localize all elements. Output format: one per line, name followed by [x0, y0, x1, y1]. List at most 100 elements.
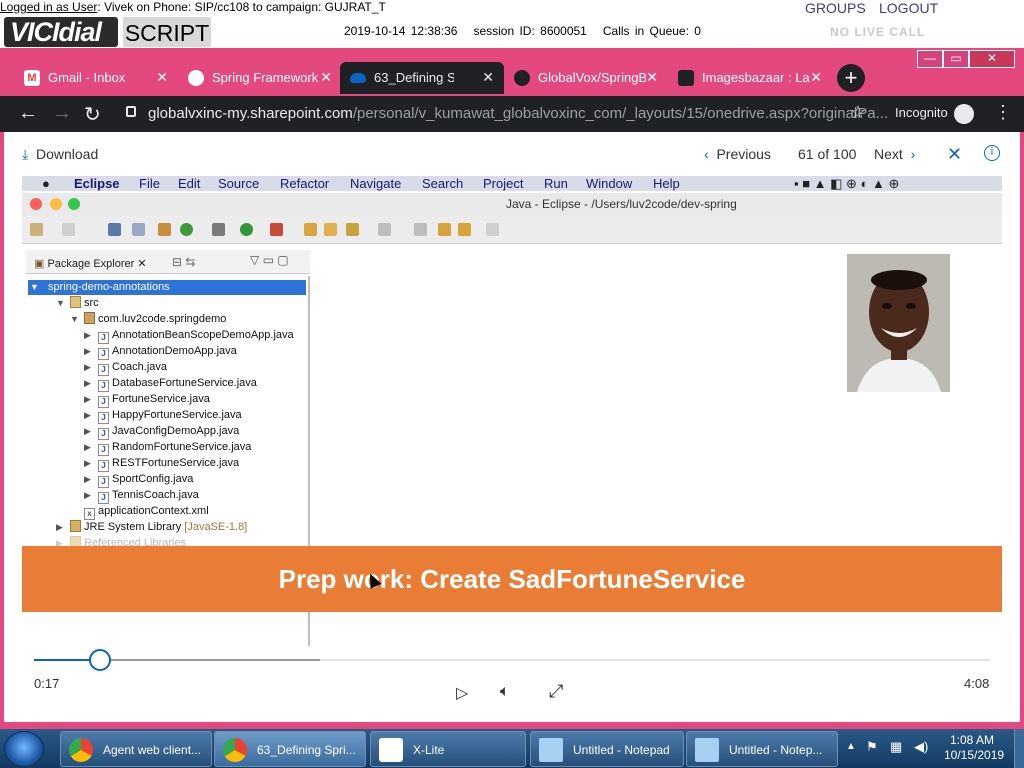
url-field[interactable]: globalvxinc-my.sharepoint.com/personal/v… [148, 105, 888, 122]
close-tab-icon[interactable]: ✕ [156, 69, 168, 86]
collapse-all-icon: ⊟ ⇆ [172, 255, 196, 269]
tree-file: ▶ J RandomFortuneService.java [84, 441, 252, 456]
info-icon[interactable]: i [984, 145, 1000, 161]
chrome-icon [223, 738, 247, 762]
close-tab-icon[interactable]: ✕ [810, 69, 822, 86]
taskbar-item[interactable]: X-Lite [370, 731, 526, 767]
download-button[interactable]: ⤓ Download [22, 146, 98, 163]
taskbar-item[interactable]: Agent web client... [60, 731, 212, 767]
save-icon [62, 223, 75, 236]
menu-search: Search [422, 176, 464, 191]
session-id: session ID: 8600051 [473, 24, 587, 38]
tab-gmail[interactable]: M Gmail - Inbox ✕ [14, 62, 178, 94]
previous-label: Previous [716, 146, 771, 162]
minimize-dot-icon [50, 198, 62, 210]
tree-file-label: TennisCoach.java [112, 489, 199, 501]
close-tab-icon[interactable]: ✕ [320, 69, 332, 86]
java-file-icon: J [98, 380, 109, 392]
mac-menu-bar: ● Eclipse File Edit Source Refactor Navi… [22, 176, 1002, 191]
menu-project: Project [483, 176, 524, 191]
tree-file: ▶ J AnnotationBeanScopeDemoApp.java [84, 329, 294, 344]
menu-window: Window [586, 176, 633, 191]
volume-button[interactable]: 🔈︎ [500, 683, 510, 701]
tree-file: ▶ J DatabaseFortuneService.java [84, 377, 257, 392]
presenter-image [847, 254, 950, 392]
show-desktop-button[interactable] [1014, 729, 1024, 768]
flag-icon[interactable]: ⚑ [866, 739, 878, 755]
presenter-webcam [847, 254, 950, 392]
clock-date: 10/15/2019 [944, 748, 1005, 762]
github-icon [514, 70, 530, 86]
tree-file: ▶ J AnnotationDemoApp.java [84, 345, 237, 360]
notepad-icon [539, 738, 563, 762]
eclipse-window-title: Java - Eclipse - /Users/luv2code/dev-spr… [506, 197, 737, 211]
login-link[interactable]: Logged in as User [0, 0, 97, 14]
play-button[interactable]: ▷ [456, 683, 468, 703]
tray-expand-icon[interactable]: ▲ [846, 741, 856, 752]
taskbar-item[interactable]: Untitled - Notep... [686, 731, 838, 767]
close-tab-icon[interactable]: ✕ [482, 69, 494, 86]
back-icon[interactable]: ← [18, 102, 38, 125]
close-tab-icon[interactable]: ✕ [646, 69, 658, 86]
logout-link[interactable]: LOGOUT [879, 0, 938, 16]
taskbar-item-label: Untitled - Notepad [573, 743, 670, 757]
menu-source: Source [218, 176, 260, 191]
taskbar-item[interactable]: Untitled - Notepad [530, 731, 684, 767]
tree-file-label: RESTFortuneService.java [112, 457, 240, 469]
clock[interactable]: 1:08 AM 10/15/2019 [944, 733, 1005, 763]
forward-icon[interactable]: → [52, 102, 72, 125]
tab-imagesbazaar[interactable]: Imagesbazaar : La ✕ [668, 62, 832, 94]
close-dot-icon [30, 198, 42, 210]
tree-package: ▼ com.luv2code.springdemo [70, 312, 227, 325]
groups-link[interactable]: GROUPS [805, 0, 866, 16]
reload-icon[interactable]: ↻ [84, 102, 101, 127]
download-icon: ⤓ [22, 146, 29, 162]
seek-knob[interactable] [89, 649, 111, 671]
java-file-icon: J [98, 444, 109, 456]
java-file-icon: J [98, 476, 109, 488]
tab-label: Imagesbazaar : La [702, 70, 810, 85]
new-tab-button[interactable]: + [837, 64, 865, 92]
fullscreen-button[interactable]: ⤢ [549, 681, 563, 702]
java-file-icon: J [98, 460, 109, 472]
open-folder-icon [324, 223, 337, 236]
buffered-bar [100, 659, 320, 661]
view-menu-icon: ▽ ▭ ▢ [250, 253, 289, 267]
new-icon [30, 223, 43, 236]
next-button[interactable]: Next › [874, 146, 915, 162]
menu-icon[interactable]: ⋮ [994, 102, 1012, 123]
video-frame[interactable]: ● Eclipse File Edit Source Refactor Navi… [22, 176, 1002, 646]
package-explorer-header: ▣ Package Explorer ✕ ⊟ ⇆ ▽ ▭ ▢ [26, 250, 310, 274]
previous-button[interactable]: ‹ Previous [704, 146, 771, 162]
url-host: globalvxinc-my.sharepoint.com [148, 105, 353, 122]
close-viewer-icon[interactable]: ✕ [947, 144, 962, 165]
player-controls [22, 646, 1002, 722]
incognito-icon[interactable] [954, 104, 974, 124]
no-live-call-status: NO LIVE CALL [830, 25, 926, 39]
vicidial-header: Logged in as User: Vivek on Phone: SIP/c… [0, 0, 1024, 48]
taskbar-item[interactable]: 63_Defining Spri... [214, 731, 366, 767]
bookmark-star-icon[interactable]: ☆ [850, 102, 866, 123]
java-file-icon: J [98, 412, 109, 424]
menu-help: Help [653, 176, 680, 191]
script-tab[interactable]: SCRIPT [123, 17, 211, 47]
tree-file: ▶ J HappyFortuneService.java [84, 409, 242, 424]
tree-file-label: DatabaseFortuneService.java [112, 377, 257, 389]
open-type-icon [304, 223, 317, 236]
network-icon[interactable]: ▦ [890, 739, 902, 755]
tab-github[interactable]: GlobalVox/SpringB ✕ [504, 62, 668, 94]
taskbar-item-label: Agent web client... [103, 743, 202, 757]
tab-onedrive[interactable]: 63_Defining Sp ✕ [340, 62, 504, 94]
taskbar-item-label: 63_Defining Spri... [257, 743, 356, 757]
debug-icon [212, 223, 225, 236]
java-file-icon: J [98, 348, 109, 360]
tab-spring[interactable]: Spring Framework ✕ [178, 62, 342, 94]
volume-tray-icon[interactable]: ◀) [914, 739, 928, 755]
address-bar: ← → ↻ globalvxinc-my.sharepoint.com/pers… [0, 96, 1024, 132]
duration: 4:08 [964, 676, 990, 691]
tab-label: GlobalVox/SpringB [538, 70, 646, 85]
tree-jre: ▶ JRE System Library [JavaSE-1.8] [56, 520, 248, 533]
chevron-right-icon: › [910, 146, 916, 162]
start-button[interactable] [4, 731, 44, 767]
menu-file: File [139, 176, 160, 191]
